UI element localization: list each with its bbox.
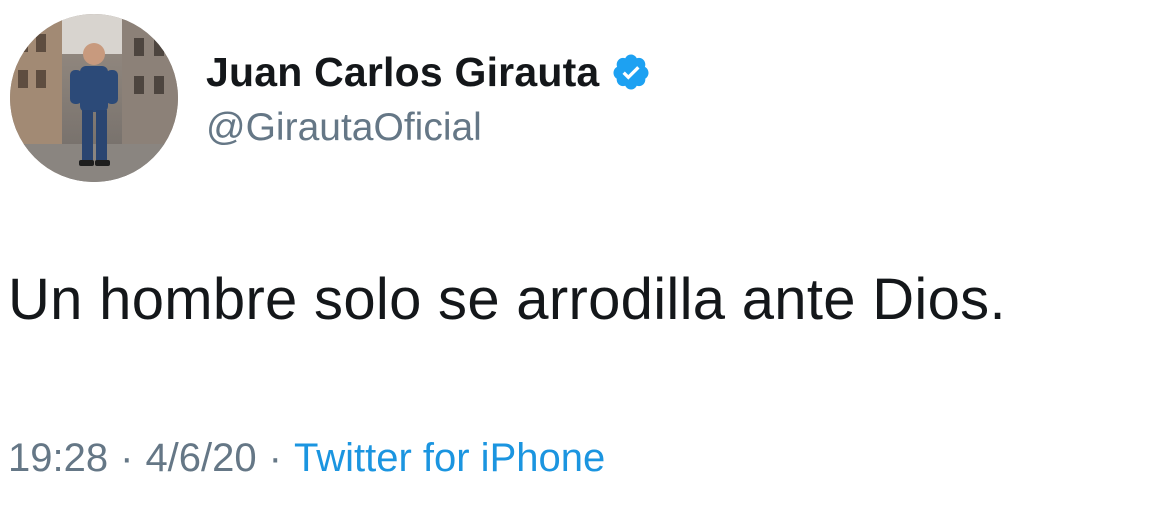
author-handle[interactable]: @GirautaOficial [206, 106, 482, 150]
tweet-text: Un hombre solo se arrodilla ante Dios. [8, 267, 1006, 332]
avatar-photo-icon [10, 14, 178, 182]
tweet-time[interactable]: 19:28 [8, 436, 108, 481]
verified-badge-icon [611, 52, 651, 92]
tweet-date[interactable]: 4/6/20 [145, 436, 256, 481]
author-name[interactable]: Juan Carlos Girauta [206, 49, 599, 96]
tweet-card: Juan Carlos Girauta @GirautaOficial Un h… [0, 0, 1175, 527]
tweet-meta: 19:28 · 4/6/20 · Twitter for iPhone [8, 436, 605, 481]
author-name-row: Juan Carlos Girauta [206, 44, 651, 100]
tweet-source-link[interactable]: Twitter for iPhone [294, 436, 605, 481]
avatar[interactable] [10, 14, 178, 182]
meta-separator: · [120, 436, 134, 480]
meta-separator: · [268, 436, 282, 480]
